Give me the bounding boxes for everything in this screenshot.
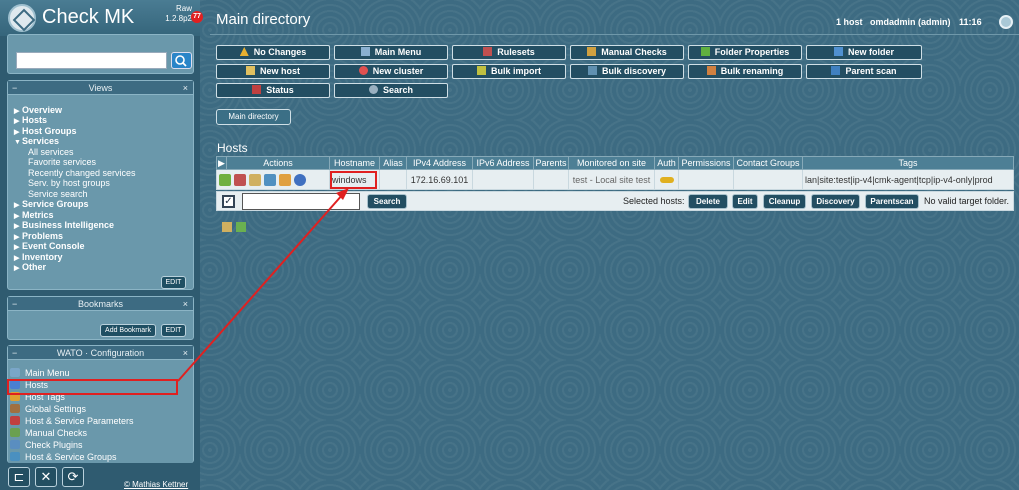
annotation-arrow <box>177 188 349 382</box>
annotation-arrow-line <box>177 193 344 382</box>
annotation-arrowhead <box>336 188 349 200</box>
